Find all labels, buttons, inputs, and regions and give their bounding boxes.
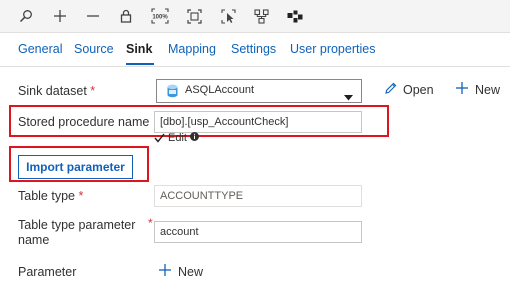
tab-bar: General Source Sink Mapping Settings Use… [0,32,510,67]
table-type-input[interactable]: ACCOUNTTYPE [154,185,362,207]
required-marker: * [148,216,153,230]
edit-label: Edit [168,132,187,144]
new-dataset-button[interactable]: New [456,82,500,97]
chevron-down-icon [344,88,353,106]
layout-icon[interactable] [283,4,307,28]
zoom-out-icon[interactable] [81,4,105,28]
open-dataset-button[interactable]: Open [384,82,434,98]
pencil-icon [384,82,397,98]
lock-icon[interactable] [114,4,138,28]
zoom-100-icon[interactable]: 100% [148,4,172,28]
search-icon[interactable] [14,4,38,28]
new-parameter-button[interactable]: New [159,264,203,279]
select-pointer-icon[interactable] [216,4,240,28]
table-type-parameter-label-line1: Table type parameter [18,218,136,232]
fit-to-screen-icon[interactable] [182,4,206,28]
tab-user-properties[interactable]: User properties [290,42,375,56]
import-parameter-button[interactable]: Import parameter [18,155,133,179]
plus-icon [456,82,468,97]
edit-checkbox-row: Edit [154,132,199,144]
info-icon[interactable] [189,132,199,144]
tab-mapping[interactable]: Mapping [168,42,216,56]
sink-dataset-value: ASQLAccount [185,84,255,96]
auto-align-icon[interactable] [249,4,273,28]
tab-source[interactable]: Source [74,42,114,56]
active-tab-indicator [126,63,154,65]
sink-dataset-label: Sink dataset * [18,84,96,98]
tab-settings[interactable]: Settings [231,42,276,56]
table-type-parameter-input[interactable]: account [154,221,362,243]
sql-database-icon [166,84,179,103]
edit-checkbox[interactable] [154,133,165,144]
tab-sink[interactable]: Sink [126,42,152,56]
canvas-toolbar: 100% [0,0,510,33]
table-type-parameter-label-line2: name [18,233,50,247]
svg-text:100%: 100% [152,15,168,21]
parameter-label: Parameter [18,265,77,279]
stored-procedure-input[interactable]: [dbo].[usp_AccountCheck] [154,111,362,133]
table-type-label: Table type * [18,189,84,203]
stored-procedure-label: Stored procedure name [18,115,150,129]
sink-dataset-select[interactable]: ASQLAccount [156,79,362,103]
plus-icon [159,264,171,279]
zoom-in-icon[interactable] [48,4,72,28]
tab-general[interactable]: General [18,42,62,56]
